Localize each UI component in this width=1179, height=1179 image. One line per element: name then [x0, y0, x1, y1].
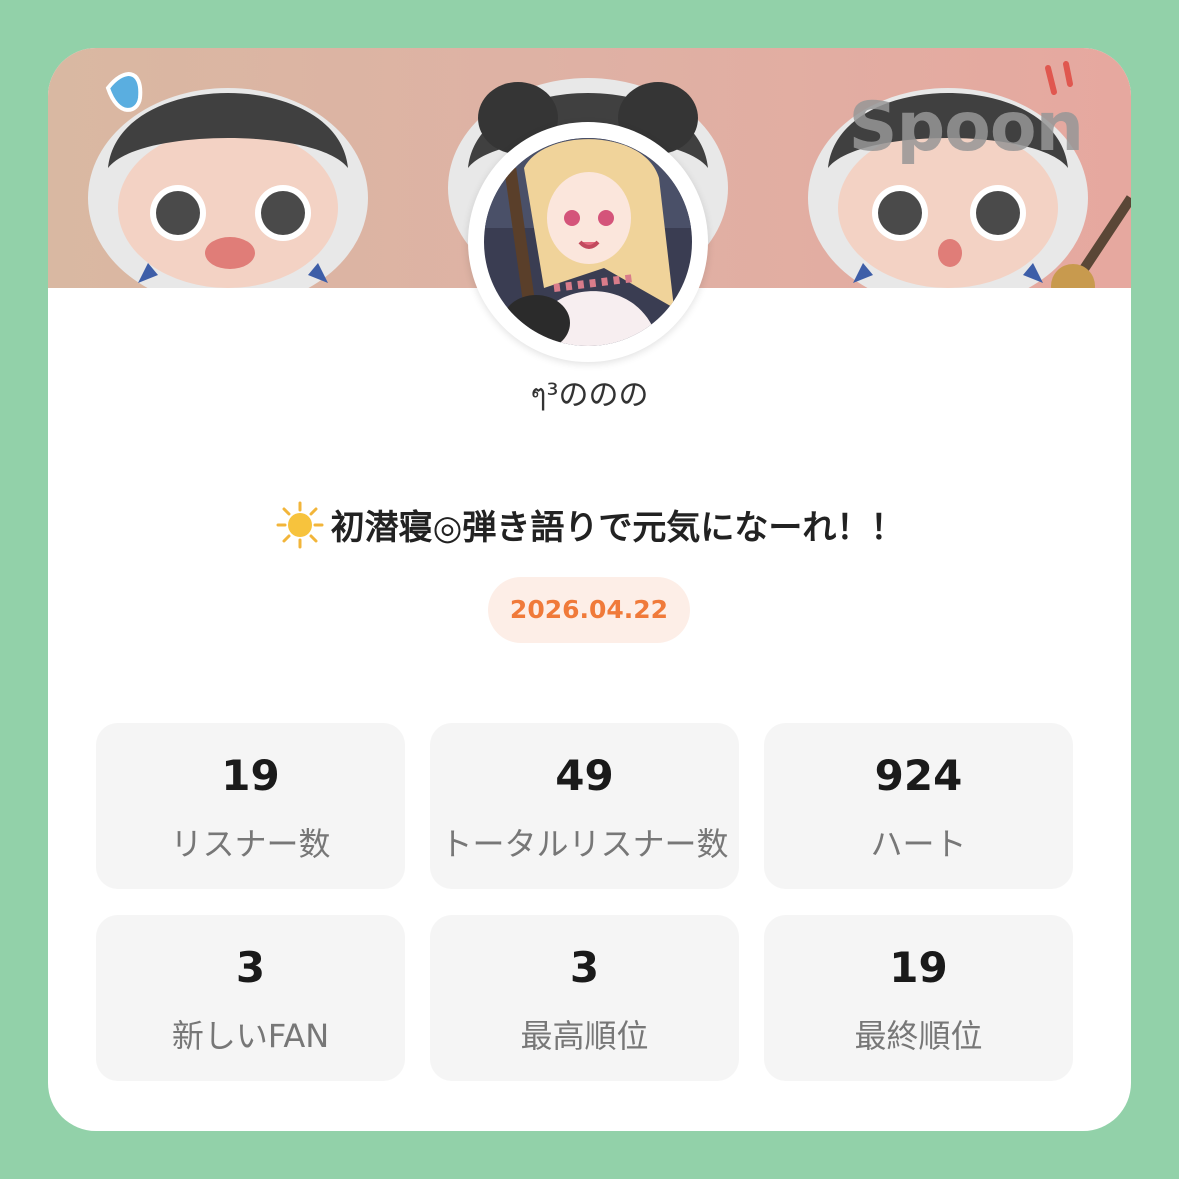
stat-value: 3 — [235, 943, 266, 992]
avatar-image — [484, 138, 692, 346]
stat-value: 3 — [569, 943, 600, 992]
stats-card: Spoon ๆ³ののの 初潜寝◎弾き語りで元気になーれ！！ 2026.04.22… — [48, 48, 1131, 1131]
stat-value: 19 — [889, 943, 948, 992]
stat-label: リスナー数 — [170, 825, 331, 863]
stat-label: トータルリスナー数 — [440, 825, 729, 863]
username: ๆ³ののの — [530, 378, 649, 413]
stat-value: 924 — [874, 751, 963, 800]
stat-new-fans: 3 新しいFAN — [96, 915, 405, 1081]
spoon-logo: Spoon — [848, 88, 1084, 167]
broadcast-title-text: 初潜寝◎弾き語りで元気になーれ！！ — [330, 508, 905, 548]
stat-final-rank: 19 最終順位 — [764, 915, 1073, 1081]
stat-total-listeners: 49 トータルリスナー数 — [430, 723, 739, 889]
stat-label: ハート — [870, 825, 967, 863]
stat-highest-rank: 3 最高順位 — [430, 915, 739, 1081]
stat-value: 49 — [555, 751, 614, 800]
stat-label: 最終順位 — [854, 1017, 983, 1055]
sun-icon — [275, 500, 325, 559]
stat-label: 新しいFAN — [171, 1017, 330, 1055]
stat-value: 19 — [221, 751, 280, 800]
avatar[interactable] — [468, 122, 708, 362]
stat-listeners: 19 リスナー数 — [96, 723, 405, 889]
stat-hearts: 924 ハート — [764, 723, 1073, 889]
broadcast-title: 初潜寝◎弾き語りで元気になーれ！！ — [48, 500, 1131, 559]
date-badge: 2026.04.22 — [488, 577, 690, 643]
stat-label: 最高順位 — [520, 1017, 649, 1055]
